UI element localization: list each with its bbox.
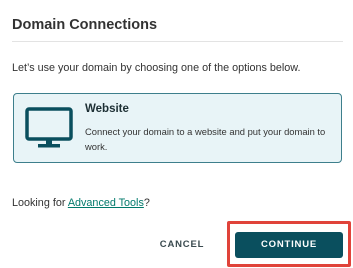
looking-prefix: Looking for: [12, 197, 68, 209]
domain-connections-dialog: Domain Connections Let’s use your domain…: [0, 0, 353, 268]
title-divider: [12, 41, 343, 42]
advanced-tools-link[interactable]: Advanced Tools: [68, 197, 144, 209]
website-option-card[interactable]: Website Connect your domain to a website…: [13, 93, 342, 163]
intro-text: Let’s use your domain by choosing one of…: [12, 62, 301, 74]
monitor-icon: [25, 106, 73, 150]
looking-suffix: ?: [143, 197, 150, 209]
continue-button[interactable]: CONTINUE: [235, 232, 343, 258]
option-description: Connect your domain to a website and put…: [85, 126, 326, 152]
cancel-button[interactable]: CANCEL: [152, 233, 212, 257]
dialog-title: Domain Connections: [12, 17, 158, 33]
option-title: Website: [85, 103, 129, 115]
advanced-tools-prompt: Looking for Advanced Tools?: [12, 197, 150, 209]
